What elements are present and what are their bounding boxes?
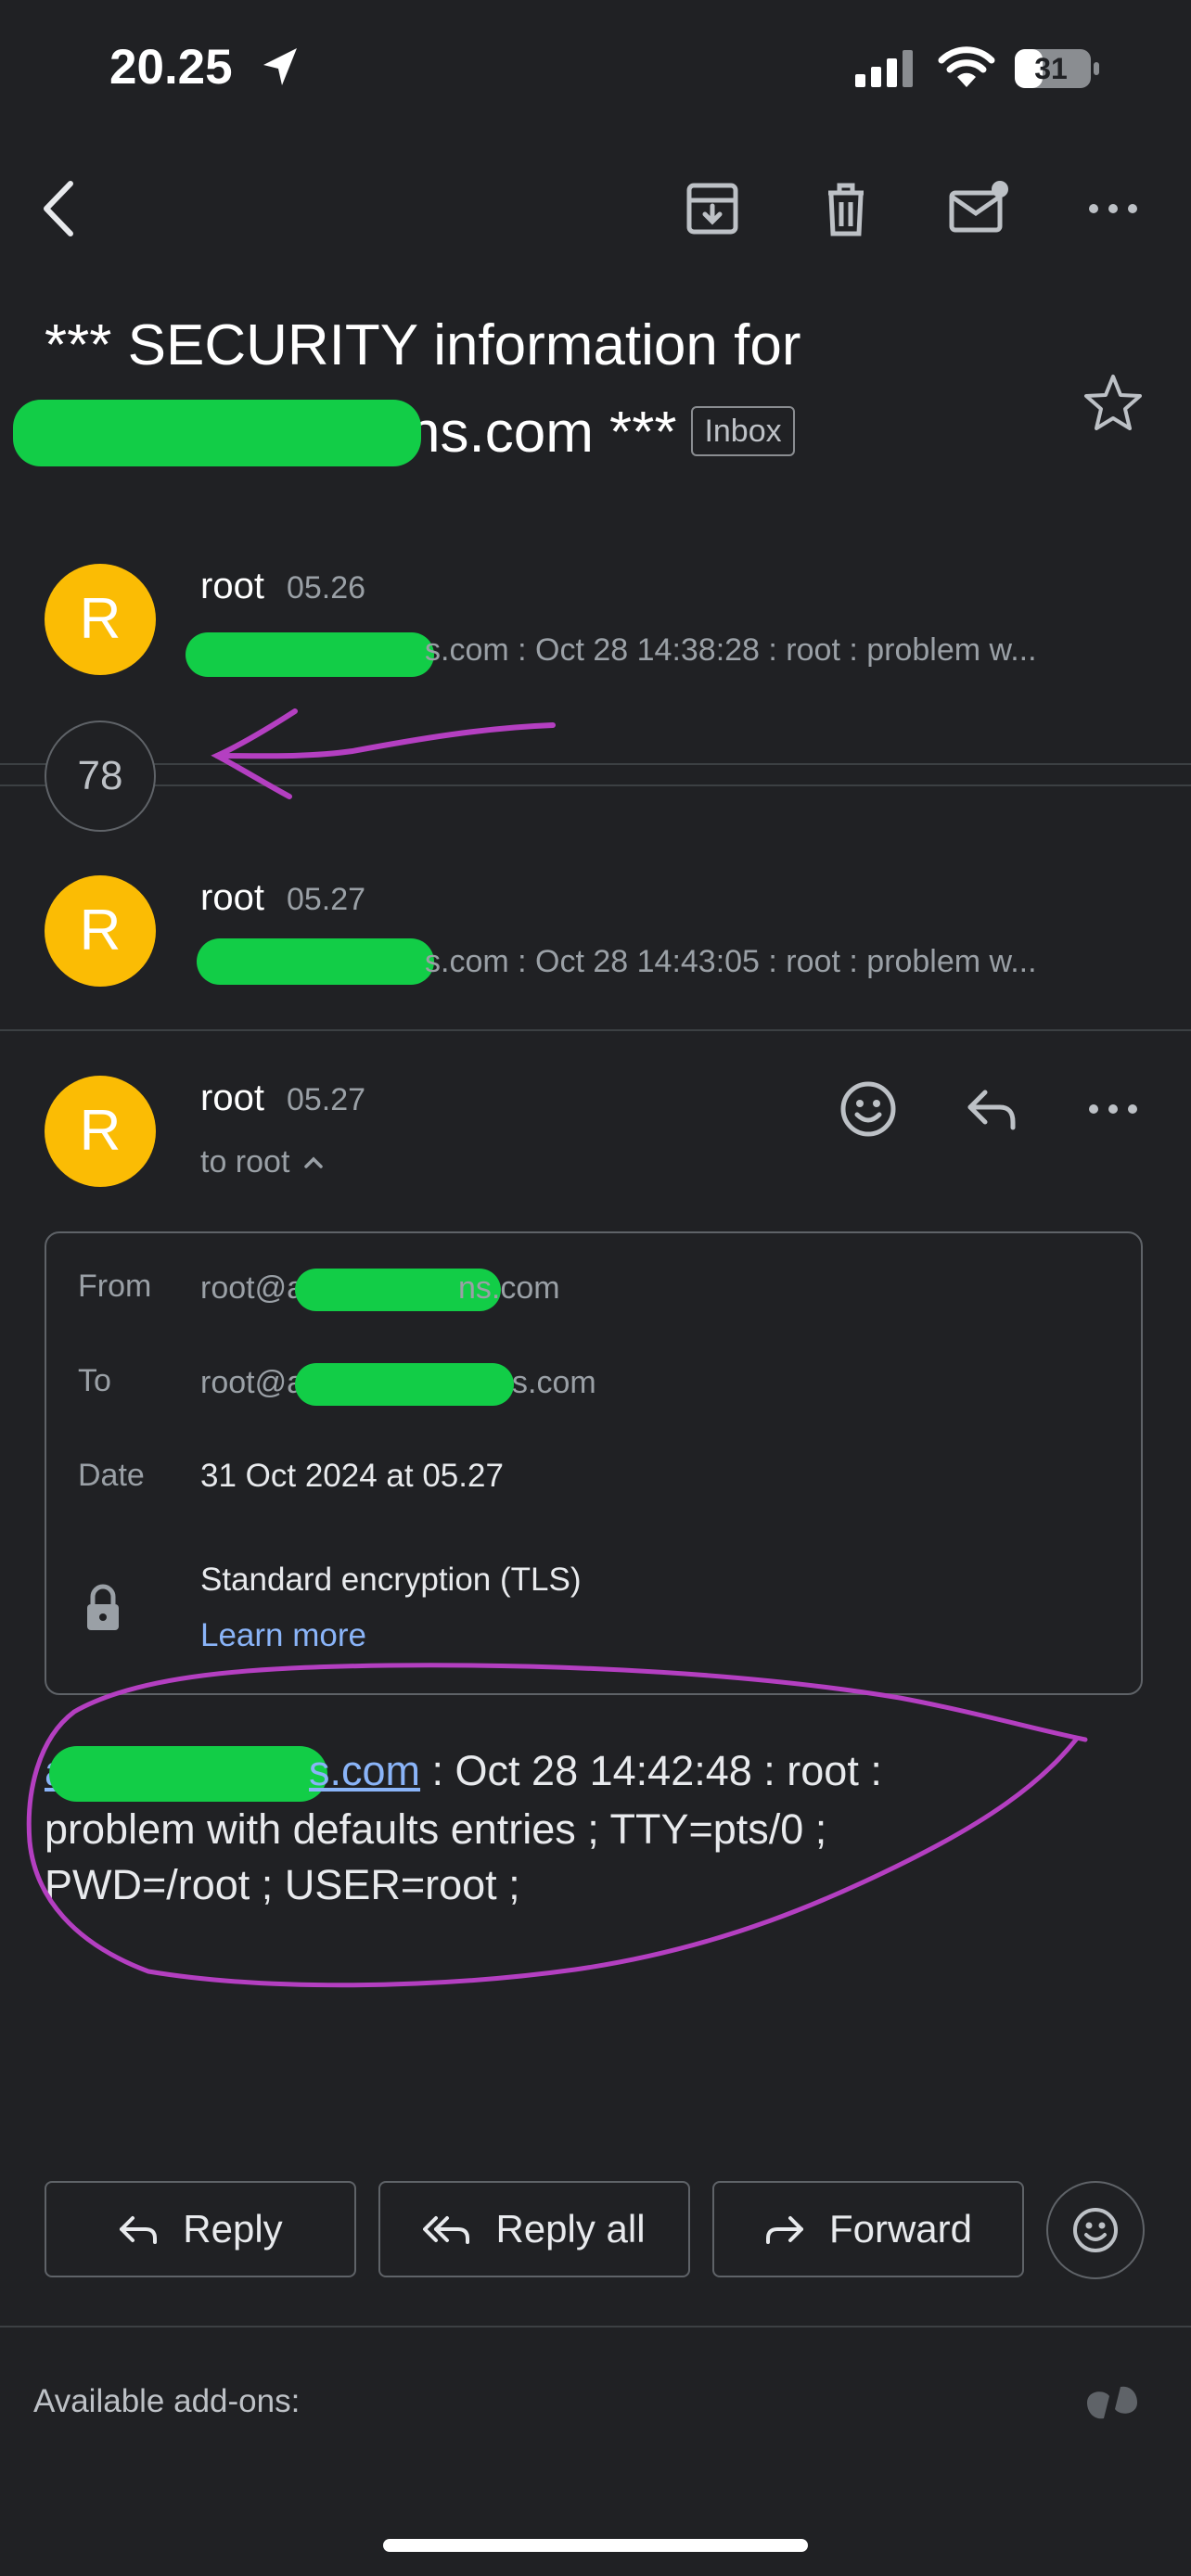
mark-unread-icon[interactable]: [946, 176, 1011, 241]
avatar: R: [45, 1076, 156, 1187]
recipient-toggle[interactable]: to root: [200, 1144, 326, 1180]
chevron-up-icon: [304, 1156, 323, 1168]
encryption-status: Standard encryption (TLS): [200, 1562, 582, 1598]
location-arrow-icon: [263, 48, 297, 85]
reply-button[interactable]: Reply: [45, 2181, 356, 2277]
collapsed-messages-count[interactable]: 78: [45, 721, 156, 832]
subject-line-1: *** SECURITY information for: [45, 313, 801, 377]
reply-label: Reply: [183, 2207, 283, 2251]
reply-icon: [120, 2216, 158, 2244]
date-label: Date: [78, 1458, 145, 1493]
battery-indicator: 31: [1014, 48, 1103, 89]
from-suffix: ns.com: [458, 1269, 560, 1306]
cellular-signal-icon: [855, 50, 913, 87]
learn-more-link[interactable]: Learn more: [200, 1617, 366, 1654]
avatar: R: [45, 564, 156, 675]
wifi-icon: [938, 46, 995, 87]
emoji-reaction-icon[interactable]: [835, 1076, 902, 1142]
to-address: root@a s.com: [200, 1363, 596, 1406]
collapsed-divider: [0, 784, 1191, 786]
reply-all-icon: [423, 2216, 470, 2244]
annotation-circle: [26, 1663, 1088, 1988]
more-icon[interactable]: [1081, 176, 1146, 241]
addons-icon[interactable]: [1082, 2381, 1143, 2424]
redaction-mark: [197, 938, 434, 985]
star-icon[interactable]: [1081, 371, 1146, 436]
back-arrow-icon[interactable]: [37, 176, 83, 241]
date-value: 31 Oct 2024 at 05.27: [200, 1458, 504, 1494]
forward-button[interactable]: Forward: [712, 2181, 1024, 2277]
footer-divider: [0, 2326, 1191, 2327]
to-prefix: root@a: [200, 1364, 305, 1400]
recipient-summary: to root: [200, 1144, 290, 1180]
from-address: root@a ns.com: [200, 1269, 560, 1311]
message-time: 05.26: [286, 570, 366, 606]
addons-label: Available add-ons:: [33, 2383, 301, 2419]
avatar: R: [45, 875, 156, 987]
message-header[interactable]: root 05.27: [200, 877, 365, 919]
message-header[interactable]: root 05.27: [200, 1078, 365, 1119]
status-time: 20.25: [109, 40, 233, 95]
subject-line-2: ns.com ***: [408, 401, 677, 465]
battery-level: 31: [1034, 52, 1068, 85]
to-label: To: [78, 1363, 111, 1398]
from-prefix: root@a: [200, 1269, 305, 1306]
forward-icon: [765, 2216, 803, 2244]
annotation-arrow: [211, 708, 556, 799]
message-divider: [0, 1029, 1191, 1031]
message-time: 05.27: [286, 1082, 366, 1117]
emoji-reaction-button[interactable]: [1046, 2181, 1145, 2279]
message-snippet[interactable]: s.com : Oct 28 14:38:28 : root : problem…: [425, 632, 1125, 669]
home-indicator: [383, 2539, 808, 2552]
inbox-label[interactable]: Inbox: [691, 405, 795, 456]
sender-name: root: [200, 877, 264, 918]
message-snippet[interactable]: s.com : Oct 28 14:43:05 : root : problem…: [425, 944, 1125, 980]
to-suffix: s.com: [512, 1364, 596, 1400]
redaction-mark: [186, 632, 434, 677]
collapsed-divider: [0, 763, 1191, 765]
reply-icon[interactable]: [957, 1076, 1024, 1142]
sender-name: root: [200, 566, 264, 606]
forward-label: Forward: [828, 2207, 973, 2251]
redaction-mark: [295, 1363, 515, 1406]
email-subject: *** SECURITY information for ns.com *** I…: [13, 302, 1018, 477]
trash-icon[interactable]: [813, 176, 878, 241]
more-icon[interactable]: [1081, 1076, 1146, 1142]
archive-icon[interactable]: [680, 176, 745, 241]
from-label: From: [78, 1269, 152, 1304]
message-time: 05.27: [286, 882, 366, 917]
reply-all-button[interactable]: Reply all: [378, 2181, 690, 2277]
lock-icon: [87, 1584, 119, 1630]
message-header[interactable]: root 05.26: [200, 566, 365, 607]
reply-all-label: Reply all: [495, 2207, 646, 2251]
sender-name: root: [200, 1078, 264, 1118]
redaction-mark: [13, 399, 421, 466]
emoji-icon: [1073, 2208, 1118, 2252]
